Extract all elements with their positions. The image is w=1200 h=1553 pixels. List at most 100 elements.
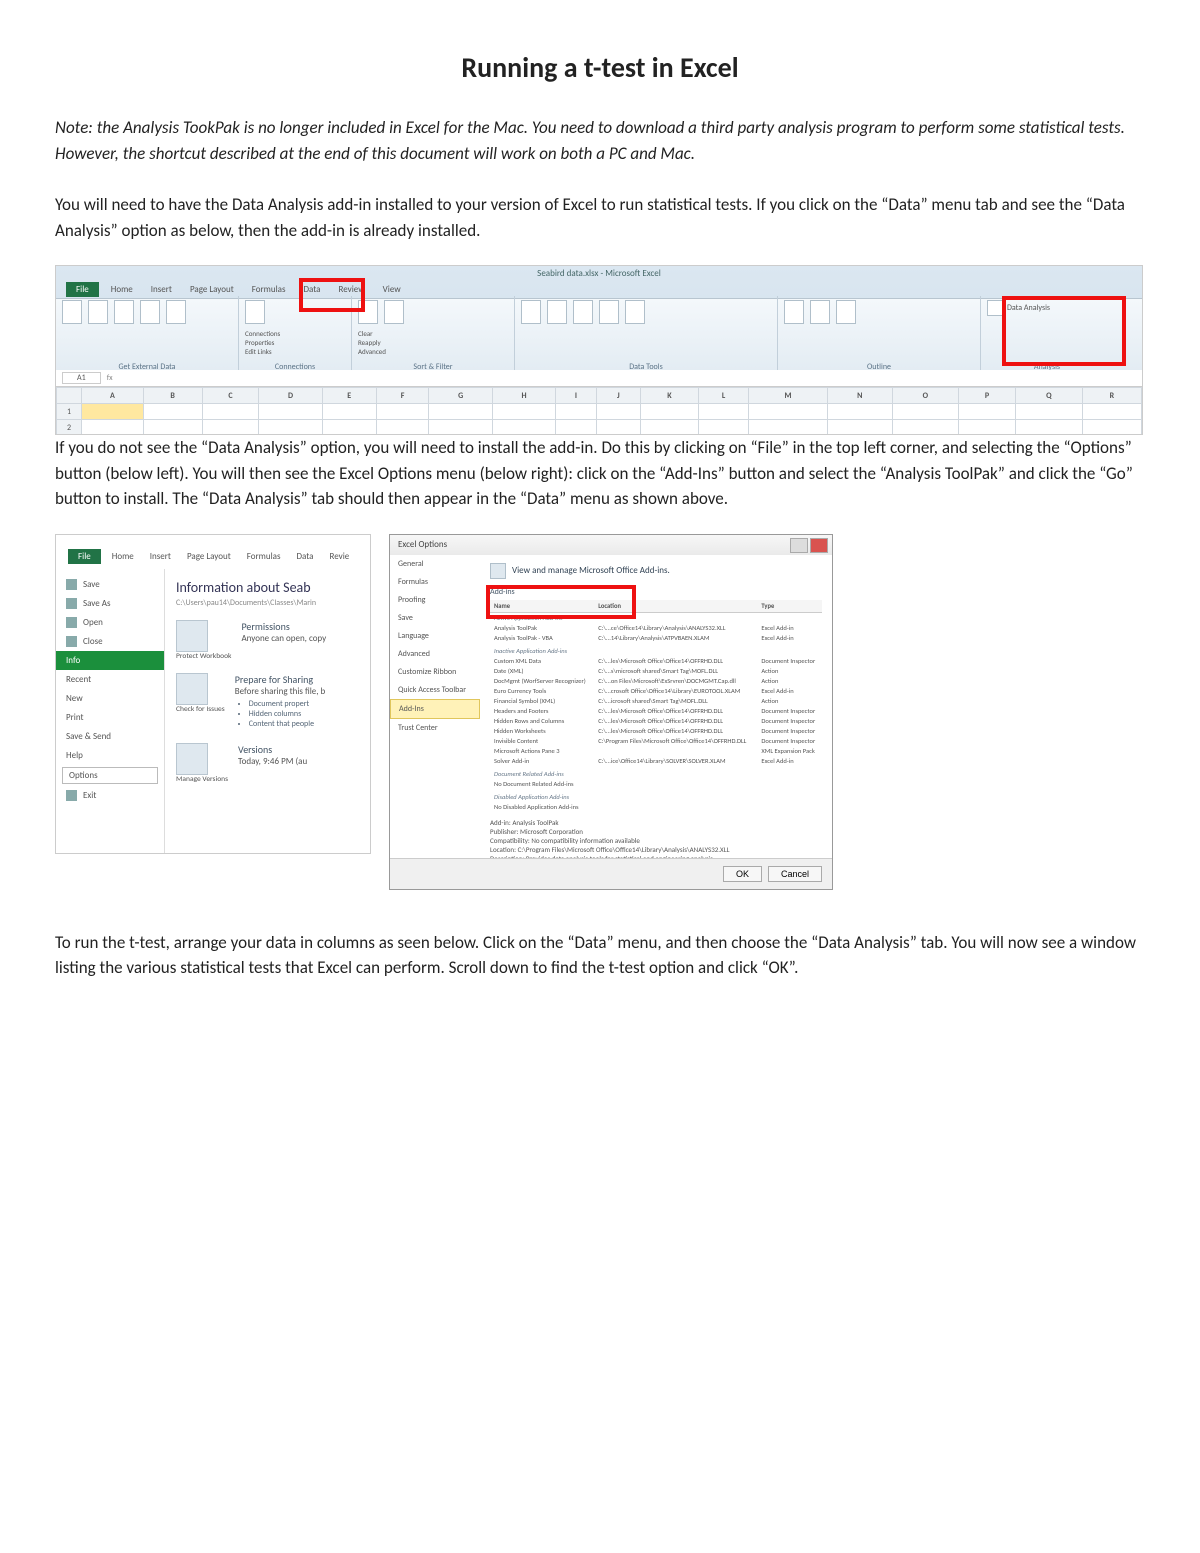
existing-connections-icon[interactable] — [166, 300, 186, 324]
bs-print[interactable]: Print — [56, 708, 164, 727]
tab-pagelayout[interactable]: Page Layout — [184, 282, 240, 297]
refresh-all-icon[interactable] — [245, 300, 265, 324]
cancel-button[interactable]: Cancel — [768, 866, 822, 882]
properties-label[interactable]: Properties — [245, 338, 345, 347]
options-category[interactable]: Language — [390, 627, 480, 645]
bs-exit[interactable]: Exit — [56, 786, 164, 805]
bs-savesend[interactable]: Save & Send — [56, 727, 164, 746]
highlight-data-tab — [299, 278, 365, 312]
manage-versions-icon[interactable] — [176, 743, 208, 775]
bs-save[interactable]: Save — [56, 575, 164, 594]
bs-new[interactable]: New — [56, 689, 164, 708]
text-to-columns-icon[interactable] — [521, 300, 541, 324]
tab-home[interactable]: Home — [105, 282, 139, 297]
options-category[interactable]: Advanced — [390, 645, 480, 663]
addin-row[interactable]: Date (XML)C:\...s\microsoft shared\Smart… — [490, 666, 822, 676]
whatif-icon[interactable] — [625, 300, 645, 324]
bs-info-path: C:\Users\pau14\Documents\Classes\Marin — [176, 598, 358, 608]
options-title: Excel Options — [398, 539, 447, 550]
protect-workbook-button[interactable]: Protect Workbook — [176, 652, 231, 661]
col-type: Type — [757, 600, 822, 613]
bs-tab-home[interactable]: Home — [107, 549, 139, 564]
addin-row[interactable]: Analysis ToolPakC:\...ce\Office14\Librar… — [490, 623, 822, 633]
inactive-addins-header: Inactive Application Add-ins — [490, 643, 822, 656]
reapply-label[interactable]: Reapply — [358, 338, 508, 347]
addin-row[interactable]: Hidden Rows and ColumnsC:\...les\Microso… — [490, 716, 822, 726]
manage-versions-button[interactable]: Manage Versions — [176, 775, 228, 784]
addin-row[interactable]: Microsoft Actions Pane 3XML Expansion Pa… — [490, 746, 822, 756]
doc-addins-text: No Document Related Add-ins — [490, 779, 822, 789]
prepare-list: Document propertHidden columnsContent th… — [235, 699, 326, 729]
group-icon[interactable] — [784, 300, 804, 324]
data-validation-icon[interactable] — [573, 300, 593, 324]
edit-links-label[interactable]: Edit Links — [245, 347, 345, 356]
addin-row[interactable]: Headers and FootersC:\...les\Microsoft O… — [490, 706, 822, 716]
disabled-addins-text: No Disabled Application Add-ins — [490, 802, 822, 812]
options-category[interactable]: Customize Ribbon — [390, 663, 480, 681]
bs-recent[interactable]: Recent — [56, 670, 164, 689]
protect-workbook-icon[interactable] — [176, 620, 208, 652]
addins-header-icon — [490, 563, 506, 579]
bs-tab-insert[interactable]: Insert — [145, 549, 176, 564]
addin-row[interactable]: Analysis ToolPak - VBAC:\...14\Library\A… — [490, 633, 822, 643]
check-issues-icon[interactable] — [176, 673, 208, 705]
paragraph-3: To run the t-test, arrange your data in … — [55, 930, 1145, 981]
addin-row[interactable]: Financial Symbol (XML)C:\...icrosoft sha… — [490, 696, 822, 706]
paragraph-1: You will need to have the Data Analysis … — [55, 192, 1145, 243]
bs-tab-file[interactable]: File — [68, 549, 101, 564]
subtotal-icon[interactable] — [836, 300, 856, 324]
connections-label[interactable]: Connections — [245, 329, 345, 338]
window-close-icon[interactable] — [810, 538, 828, 553]
prepare-title: Prepare for Sharing — [235, 673, 326, 686]
bs-open[interactable]: Open — [56, 613, 164, 632]
bs-help[interactable]: Help — [56, 746, 164, 765]
name-box[interactable]: A1 — [62, 372, 101, 384]
addin-row[interactable]: Invisible ContentC:\Program Files\Micros… — [490, 736, 822, 746]
addin-row[interactable]: Solver Add-inC:\...ice\Office14\Library\… — [490, 756, 822, 766]
bs-tab-formulas[interactable]: Formulas — [242, 549, 286, 564]
permissions-text: Anyone can open, copy — [241, 633, 326, 644]
ungroup-icon[interactable] — [810, 300, 830, 324]
tab-file[interactable]: File — [66, 282, 99, 297]
bs-saveas[interactable]: Save As — [56, 594, 164, 613]
addin-row[interactable]: Euro Currency ToolsC:\...crosoft Office\… — [490, 686, 822, 696]
tab-insert[interactable]: Insert — [145, 282, 178, 297]
data-analysis-icon[interactable] — [987, 300, 1003, 316]
bs-info[interactable]: Info — [56, 651, 164, 670]
options-category[interactable]: Add-Ins — [390, 699, 480, 719]
from-access-icon[interactable] — [62, 300, 82, 324]
tab-view[interactable]: View — [377, 282, 407, 297]
addin-row[interactable]: DocMgmt (WorfServer Recognizer)C:\...on … — [490, 676, 822, 686]
close-icon — [66, 636, 77, 647]
open-icon — [66, 617, 77, 628]
from-other-icon[interactable] — [140, 300, 160, 324]
bs-tab-review[interactable]: Revie — [324, 549, 354, 564]
clear-label[interactable]: Clear — [358, 329, 508, 338]
prepare-text: Before sharing this file, b — [235, 686, 326, 697]
worksheet-grid[interactable]: A1 fx ABCDEFGHIJKLMNOPQR 1234 — [56, 370, 1142, 434]
options-category[interactable]: Trust Center — [390, 719, 480, 737]
bs-tab-data[interactable]: Data — [291, 549, 318, 564]
consolidate-icon[interactable] — [599, 300, 619, 324]
addin-row[interactable]: Custom XML DataC:\...les\Microsoft Offic… — [490, 656, 822, 666]
options-category[interactable]: Quick Access Toolbar — [390, 681, 480, 699]
check-issues-button[interactable]: Check for Issues — [176, 705, 225, 714]
options-category[interactable]: General — [390, 555, 480, 573]
bs-close[interactable]: Close — [56, 632, 164, 651]
highlight-analysis-toolpak — [486, 585, 636, 619]
bs-options[interactable]: Options — [62, 767, 158, 784]
from-text-icon[interactable] — [114, 300, 134, 324]
options-category[interactable]: Proofing — [390, 591, 480, 609]
addin-row[interactable]: Hidden WorksheetsC:\...les\Microsoft Off… — [490, 726, 822, 736]
figure-excel-options: Excel Options GeneralFormulasProofingSav… — [389, 534, 833, 890]
remove-duplicates-icon[interactable] — [547, 300, 567, 324]
tab-formulas[interactable]: Formulas — [246, 282, 292, 297]
ok-button[interactable]: OK — [723, 866, 762, 882]
from-web-icon[interactable] — [88, 300, 108, 324]
bs-tab-pagelayout[interactable]: Page Layout — [182, 549, 236, 564]
advanced-label[interactable]: Advanced — [358, 347, 508, 356]
filter-icon[interactable] — [384, 300, 404, 324]
options-category[interactable]: Save — [390, 609, 480, 627]
options-category[interactable]: Formulas — [390, 573, 480, 591]
window-help-icon[interactable] — [790, 538, 808, 553]
